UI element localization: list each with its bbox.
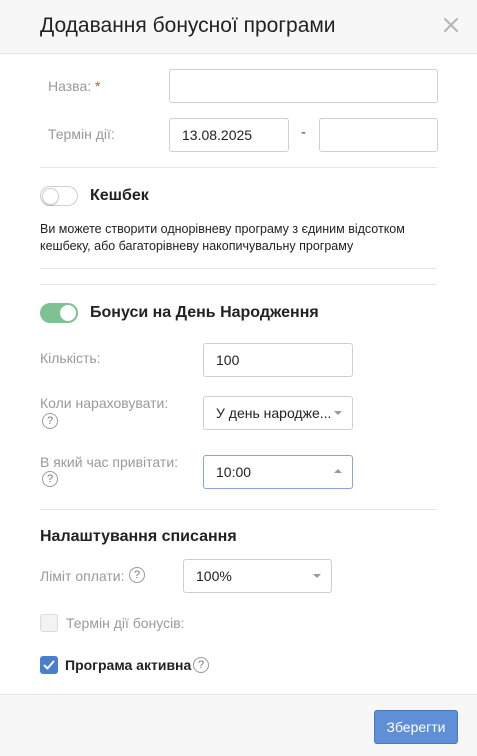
writeoff-title: Налаштування списання: [40, 528, 237, 545]
chevron-down-icon: [334, 411, 342, 415]
dialog-title: Додавання бонусної програми: [40, 14, 336, 37]
chevron-down-icon: [313, 574, 321, 578]
limit-label: Ліміт оплати:: [40, 568, 125, 584]
date-separator: -: [301, 124, 306, 141]
date-to-input[interactable]: [319, 118, 438, 152]
bonus-term-checkbox[interactable]: [40, 614, 58, 632]
when-select[interactable]: У день народже...: [203, 396, 353, 430]
help-icon[interactable]: ?: [42, 413, 58, 429]
close-icon[interactable]: [440, 14, 462, 36]
divider: [40, 509, 437, 510]
cashback-description: Ви можете створити однорівневу програму …: [40, 222, 405, 253]
dialog-header: Додавання бонусної програми: [0, 0, 477, 54]
time-select-value: 10:00: [216, 464, 252, 480]
term-label: Термін дії:: [48, 126, 115, 142]
required-mark: *: [95, 78, 101, 94]
when-select-value: У день народже...: [216, 405, 332, 421]
help-icon[interactable]: ?: [42, 471, 58, 487]
date-from-input[interactable]: 13.08.2025: [169, 118, 289, 152]
name-label: Назва: *: [48, 78, 101, 94]
divider: [40, 284, 437, 285]
name-input[interactable]: [169, 69, 438, 103]
amount-input[interactable]: 100: [203, 343, 353, 377]
cashback-title: Кешбек: [90, 187, 149, 204]
limit-select[interactable]: 100%: [183, 559, 332, 593]
time-label: В який час привітати:: [40, 454, 179, 470]
chevron-up-icon: [334, 469, 342, 473]
help-icon[interactable]: ?: [129, 567, 145, 583]
save-button[interactable]: Зберегти: [374, 710, 458, 744]
help-icon[interactable]: ?: [193, 657, 209, 673]
birthday-title: Бонуси на День Народження: [90, 304, 319, 321]
amount-label: Кількість:: [40, 350, 101, 366]
active-label: Програма активна: [65, 657, 192, 673]
check-icon: [43, 660, 55, 670]
limit-select-value: 100%: [196, 568, 232, 584]
cashback-toggle[interactable]: [40, 186, 78, 206]
when-label: Коли нараховувати:: [40, 395, 169, 411]
divider: [40, 268, 437, 269]
bonus-term-label: Термін дії бонусів:: [66, 615, 185, 631]
active-checkbox[interactable]: [40, 656, 58, 674]
divider: [40, 167, 437, 168]
birthday-toggle[interactable]: [40, 303, 78, 323]
time-select[interactable]: 10:00: [203, 455, 353, 489]
